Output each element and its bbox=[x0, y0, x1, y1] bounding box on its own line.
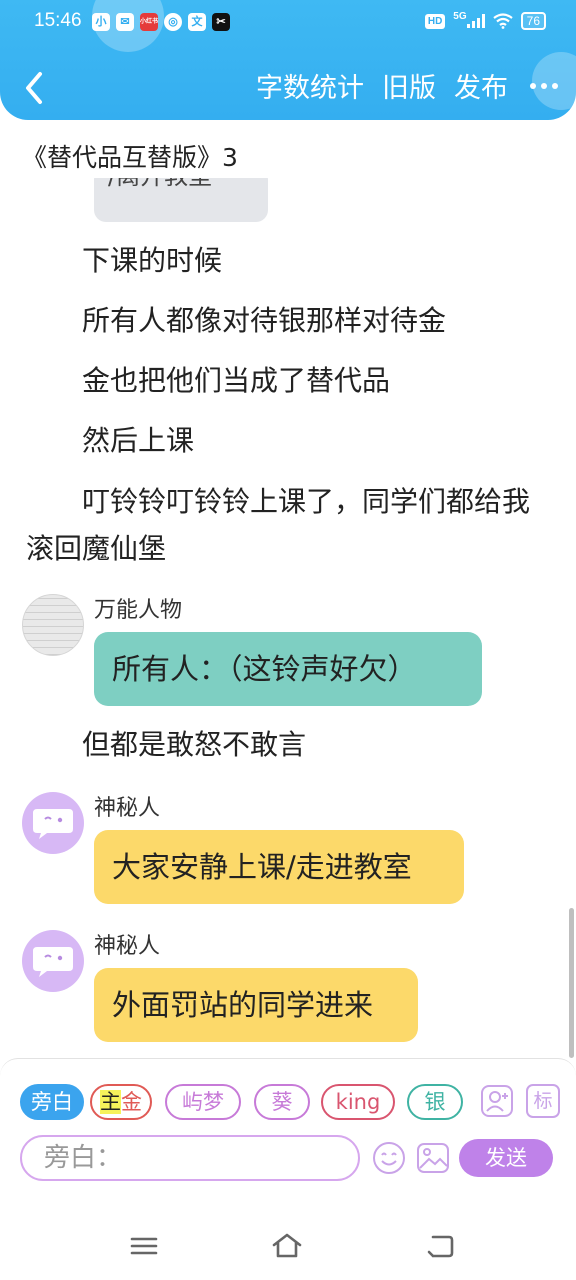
send-button[interactable]: 发送 bbox=[459, 1139, 553, 1177]
narration-line: 所有人都像对待银那样对待金 bbox=[82, 304, 447, 337]
status-bar: 15:46 小 ✉ 小红书 ◎ 文 ✂ HD 5G 76 bbox=[0, 0, 576, 46]
avatar[interactable] bbox=[22, 930, 84, 992]
message-bubble[interactable]: 所有人：（这铃声好欠） bbox=[94, 632, 482, 706]
chat-area[interactable]: /离开教室 下课的时候 所有人都像对待银那样对待金 金也把他们当成了替代品 然后… bbox=[0, 178, 576, 1058]
hd-badge: HD bbox=[424, 13, 446, 29]
tag-button[interactable]: 标 bbox=[526, 1084, 560, 1118]
narration-line: 然后上课 bbox=[82, 424, 195, 457]
signal-icon bbox=[466, 14, 485, 28]
back-arrow-icon[interactable] bbox=[20, 70, 50, 106]
scrollbar[interactable] bbox=[569, 908, 574, 1058]
narration-line: 金也把他们当成了替代品 bbox=[82, 364, 391, 397]
add-character-icon[interactable] bbox=[480, 1084, 514, 1118]
compass-icon: ◎ bbox=[164, 13, 182, 31]
back-nav-icon[interactable] bbox=[423, 1231, 457, 1261]
avatar[interactable] bbox=[22, 594, 84, 656]
app-header: 15:46 小 ✉ 小红书 ◎ 文 ✂ HD 5G 76 字数统计 旧版 发布 bbox=[0, 0, 576, 120]
chat-message: 万能人物 所有人：（这铃声好欠） bbox=[22, 594, 562, 706]
header-actions: 字数统计 旧版 发布 bbox=[256, 66, 558, 105]
role-chip-kui[interactable]: 葵 bbox=[254, 1084, 310, 1120]
chat-message: 神秘人 外面罚站的同学进来 bbox=[22, 930, 562, 1042]
status-indicators: HD 5G 76 bbox=[424, 10, 546, 30]
mail-icon: ✉ bbox=[116, 13, 134, 31]
status-time: 15:46 bbox=[34, 10, 82, 31]
app-notification-icon: 小 bbox=[92, 13, 110, 31]
message-bubble[interactable]: 外面罚站的同学进来 bbox=[94, 968, 418, 1042]
sender-name: 神秘人 bbox=[94, 796, 161, 821]
old-version-button[interactable]: 旧版 bbox=[382, 66, 436, 105]
battery-indicator: 76 bbox=[520, 12, 546, 30]
word-count-button[interactable]: 字数统计 bbox=[256, 66, 364, 105]
sender-name: 神秘人 bbox=[94, 934, 161, 959]
mystery-face-icon bbox=[33, 809, 73, 839]
menu-icon[interactable] bbox=[127, 1231, 161, 1261]
capcut-icon: ✂ bbox=[212, 13, 230, 31]
partial-message-bubble: /离开教室 bbox=[94, 178, 268, 222]
narration-line: 叮铃铃叮铃铃上课了，同学们都给我滚回魔仙堡 bbox=[26, 485, 531, 565]
more-options-icon[interactable] bbox=[530, 82, 558, 89]
chat-message: 神秘人 大家安静上课/走进教室 bbox=[22, 792, 562, 904]
home-icon[interactable] bbox=[270, 1231, 304, 1261]
avatar[interactable] bbox=[22, 792, 84, 854]
network-label: 5G bbox=[453, 10, 467, 22]
system-nav-bar bbox=[0, 1213, 576, 1280]
role-chip-jin[interactable]: 主金 bbox=[90, 1084, 152, 1120]
message-bubble[interactable]: 大家安静上课/走进教室 bbox=[94, 830, 464, 904]
role-chip-yin[interactable]: 银 bbox=[407, 1084, 463, 1120]
role-chip-narration[interactable]: 旁白 bbox=[20, 1084, 84, 1120]
narration-line: 下课的时候 bbox=[82, 244, 223, 277]
mystery-face-icon bbox=[33, 947, 73, 977]
role-selector: 旁白 主金 屿梦 葵 king 银 标 bbox=[20, 1084, 560, 1120]
xiaohongshu-icon: 小红书 bbox=[140, 13, 158, 31]
sender-name: 万能人物 bbox=[94, 598, 183, 623]
narration-line: 但都是敢怒不敢言 bbox=[82, 728, 307, 761]
status-app-icons: 小 ✉ 小红书 ◎ 文 ✂ bbox=[92, 13, 230, 31]
message-input[interactable]: 旁白： bbox=[20, 1135, 360, 1181]
role-chip-king[interactable]: king bbox=[321, 1084, 395, 1120]
wifi-icon bbox=[492, 13, 513, 29]
publish-button[interactable]: 发布 bbox=[454, 66, 508, 105]
emoji-icon[interactable] bbox=[372, 1141, 406, 1175]
document-title: 《替代品互替版》3 bbox=[22, 143, 238, 172]
role-chip-yumeng[interactable]: 屿梦 bbox=[165, 1084, 241, 1120]
composer-panel: 旁白 主金 屿梦 葵 king 银 标 旁白： 发送 bbox=[0, 1058, 576, 1213]
translate-icon: 文 bbox=[188, 13, 206, 31]
image-icon[interactable] bbox=[416, 1141, 450, 1175]
